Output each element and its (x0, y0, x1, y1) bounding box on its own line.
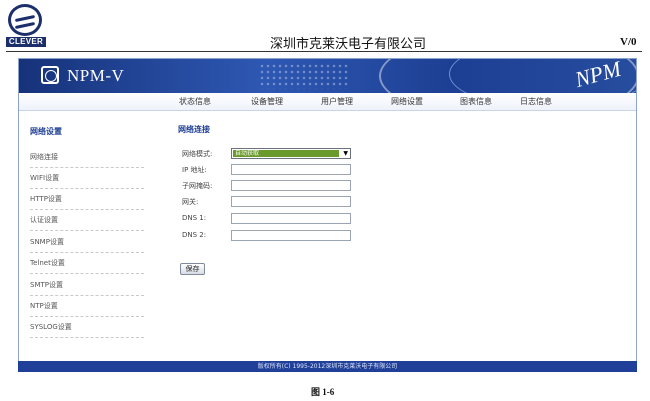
figure-caption: 图 1-6 (311, 387, 335, 397)
ip-address-label: IP 地址: (182, 166, 207, 174)
company-name: 深圳市克莱沃电子有限公司 (270, 36, 427, 51)
dns1-label: DNS 1: (182, 214, 207, 222)
sidebar-item-http[interactable]: HTTP设置 (30, 192, 144, 210)
sidebar-title: 网络设置 (30, 127, 62, 136)
network-mode-value: 自动获取 (233, 150, 339, 157)
subnet-mask-label: 子网掩码: (182, 182, 213, 190)
sidebar-item-telnet[interactable]: Telnet设置 (30, 256, 144, 274)
sidebar-item-snmp[interactable]: SNMP设置 (30, 235, 144, 253)
dns2-input[interactable] (231, 230, 351, 241)
nav-log-info[interactable]: 日志信息 (520, 96, 552, 107)
dns2-label: DNS 2: (182, 231, 207, 239)
sidebar-item-wifi[interactable]: WIFI设置 (30, 171, 144, 189)
top-nav: 状态信息 设备管理 用户管理 网络设置 图表信息 日志信息 (19, 93, 636, 111)
save-button[interactable]: 保存 (180, 263, 205, 275)
clever-logo-text: CLEVER (6, 37, 46, 47)
sidebar-item-syslog[interactable]: SYSLOG设置 (30, 320, 144, 338)
sidebar-item-smtp[interactable]: SMTP设置 (30, 278, 144, 296)
nav-network-settings[interactable]: 网络设置 (391, 96, 423, 107)
ip-address-input[interactable] (231, 164, 351, 175)
app-banner: NPM-V NPM (19, 59, 636, 93)
sidebar-item-auth[interactable]: 认证设置 (30, 213, 144, 231)
nav-user-management[interactable]: 用户管理 (321, 96, 353, 107)
chevron-down-icon: ▼ (343, 150, 348, 157)
document-version: V/0 (620, 36, 637, 48)
header-divider (6, 51, 642, 52)
app-title: NPM-V (67, 66, 125, 85)
sidebar-item-ntp[interactable]: NTP设置 (30, 299, 144, 317)
nav-chart-info[interactable]: 图表信息 (460, 96, 492, 107)
gateway-input[interactable] (231, 196, 351, 207)
copyright-footer: 版权所有(C) 1995-2012深圳市克莱沃电子有限公司 (18, 361, 637, 372)
banner-dot-pattern (259, 63, 349, 89)
subnet-mask-input[interactable] (231, 180, 351, 191)
network-mode-label: 网络模式: (182, 150, 213, 158)
gateway-label: 网关: (182, 198, 199, 206)
network-mode-select[interactable]: 自动获取 ▼ (231, 148, 351, 159)
clever-logo-icon (8, 4, 42, 36)
nav-device-management[interactable]: 设备管理 (251, 96, 283, 107)
dns1-input[interactable] (231, 213, 351, 224)
clever-logo: CLEVER (6, 4, 46, 47)
app-logo-icon (41, 66, 59, 84)
page-title: 网络连接 (178, 125, 210, 134)
nav-status-info[interactable]: 状态信息 (179, 96, 211, 107)
sidebar-item-network-connection[interactable]: 网络连接 (30, 150, 144, 168)
